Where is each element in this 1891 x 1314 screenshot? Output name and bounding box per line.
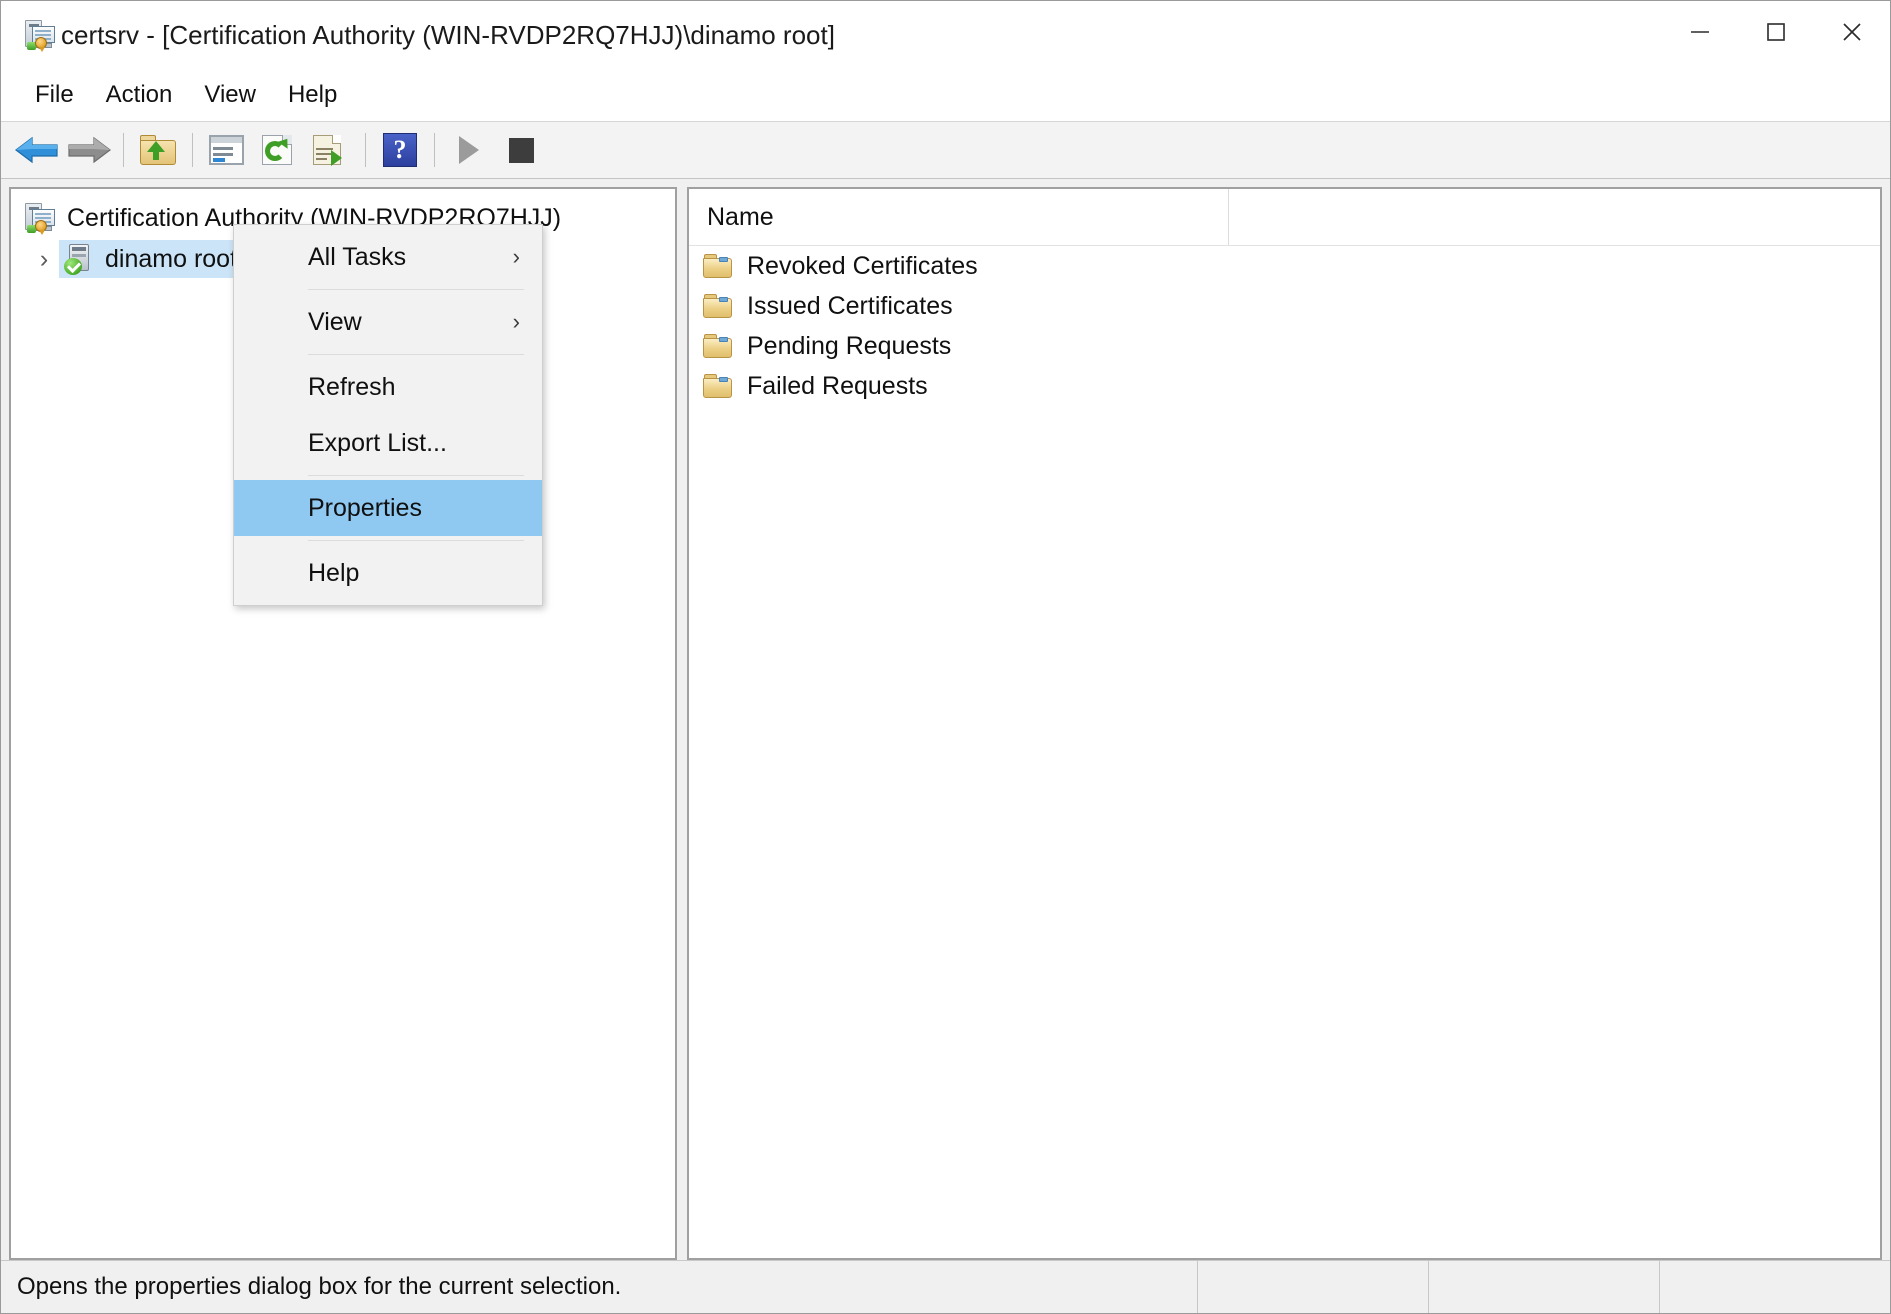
caption-buttons [1662,1,1890,63]
status-bar-cell [1197,1261,1428,1313]
menu-file[interactable]: File [19,77,90,113]
menu-help[interactable]: Help [272,77,353,113]
toolbar-back-button[interactable] [11,126,63,174]
context-menu-item-all-tasks[interactable]: All Tasks › [234,229,542,285]
list-item-label: Issued Certificates [747,291,953,320]
context-menu-separator [308,289,524,290]
status-bar-cell [1428,1261,1659,1313]
context-menu-label: Properties [308,493,422,522]
list-column-header: Name [689,189,1880,246]
folder-icon [703,293,733,319]
title-bar: certsrv - [Certification Authority (WIN-… [1,1,1890,69]
tree-child-label: dinamo root [105,244,238,273]
menu-bar: File Action View Help [1,69,1890,122]
toolbar-separator [365,133,366,167]
context-menu-label: Refresh [308,372,396,401]
close-button[interactable] [1814,1,1890,63]
toolbar-export-list-button[interactable] [305,126,357,174]
toolbar-show-hide-tree-button[interactable] [201,126,253,174]
stop-service-icon [508,137,534,163]
list-item-label: Pending Requests [747,331,952,360]
result-list-pane: Name Revoked Certificates Issued Certifi… [687,187,1882,1260]
toolbar-separator [123,133,124,167]
toolbar-help-button[interactable]: ? [374,126,426,174]
context-menu-label: View [308,307,362,336]
up-one-level-icon [138,133,178,167]
start-service-icon [459,136,479,164]
context-menu-label: Export List... [308,428,447,457]
list-item[interactable]: Issued Certificates [689,286,1880,326]
context-menu-item-refresh[interactable]: Refresh [234,359,542,415]
list-item-label: Failed Requests [747,371,928,400]
folder-icon [703,333,733,359]
toolbar-start-service-button[interactable] [443,126,495,174]
submenu-chevron-icon: › [512,244,520,269]
minimize-button[interactable] [1662,1,1738,63]
status-bar-text: Opens the properties dialog box for the … [17,1273,622,1300]
export-list-icon [312,133,350,167]
column-header-name[interactable]: Name [689,189,1229,245]
chevron-right-icon[interactable]: › [29,246,59,272]
folder-icon [703,253,733,279]
list-item-label: Revoked Certificates [747,251,978,280]
context-menu-separator [308,475,524,476]
certification-authority-icon [23,201,57,235]
toolbar-forward-button[interactable] [63,126,115,174]
context-menu-item-help[interactable]: Help [234,545,542,601]
toolbar-stop-service-button[interactable] [495,126,547,174]
folder-icon [703,373,733,399]
status-bar: Opens the properties dialog box for the … [1,1260,1890,1313]
toolbar-refresh-button[interactable] [253,126,305,174]
pane-splitter[interactable] [677,187,687,1260]
status-bar-cell [1659,1261,1890,1313]
help-icon: ? [383,133,417,167]
context-menu-label: All Tasks [308,242,407,271]
console-tree-pane: Certification Authority (WIN-RVDP2RQ7HJJ… [9,187,677,1260]
maximize-button[interactable] [1738,1,1814,63]
submenu-chevron-icon: › [512,309,520,334]
window-title: certsrv - [Certification Authority (WIN-… [61,20,835,50]
menu-view[interactable]: View [188,77,272,113]
context-menu-separator [308,540,524,541]
context-menu-item-view[interactable]: View › [234,294,542,350]
show-hide-console-tree-icon [208,133,246,167]
context-menu-separator [308,354,524,355]
toolbar-separator [434,133,435,167]
console-body: Certification Authority (WIN-RVDP2RQ7HJJ… [1,179,1890,1260]
refresh-icon [260,133,298,167]
list-item[interactable]: Pending Requests [689,326,1880,366]
forward-arrow-icon [68,136,111,164]
certsrv-window: certsrv - [Certification Authority (WIN-… [0,0,1891,1314]
list-item[interactable]: Failed Requests [689,366,1880,406]
context-menu: All Tasks › View › Refresh Export List..… [233,224,543,606]
context-menu-item-export-list[interactable]: Export List... [234,415,542,471]
list-item[interactable]: Revoked Certificates [689,246,1880,286]
toolbar: ? [1,122,1890,179]
context-menu-item-properties[interactable]: Properties [234,480,542,536]
column-header-blank[interactable] [1229,189,1880,245]
toolbar-separator [192,133,193,167]
context-menu-label: Help [308,558,360,587]
ca-server-icon [63,243,95,275]
certificate-authority-icon [23,18,57,52]
back-arrow-icon [15,136,58,164]
title-bar-left: certsrv - [Certification Authority (WIN-… [1,18,835,52]
toolbar-up-one-level-button[interactable] [132,126,184,174]
menu-action[interactable]: Action [90,77,189,113]
